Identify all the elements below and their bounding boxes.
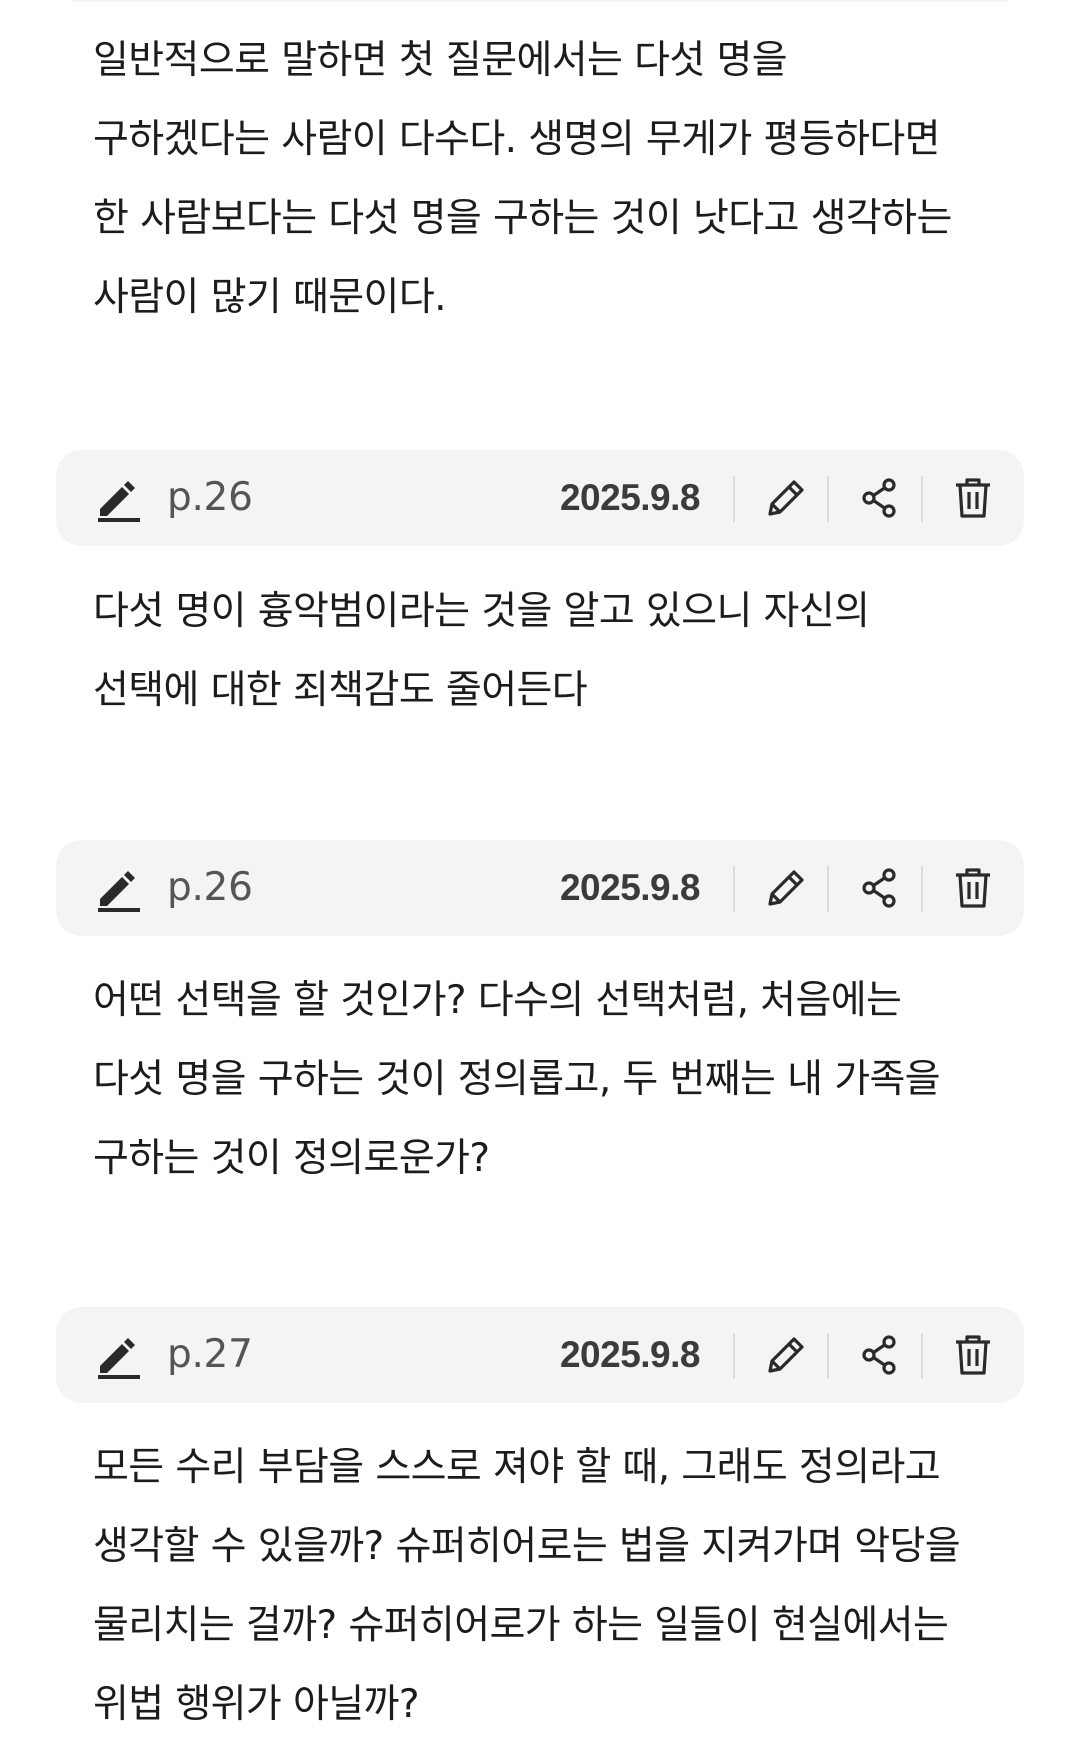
page-reference: p.27 <box>167 1332 253 1377</box>
share-icon <box>862 1335 896 1375</box>
pencil-icon <box>768 480 804 516</box>
previous-card-edge <box>66 0 1014 2</box>
page-reference: p.26 <box>167 475 253 520</box>
pencil-icon <box>768 1337 804 1373</box>
highlighter-pen-icon <box>98 481 140 522</box>
pencil-icon <box>768 870 804 906</box>
share-button[interactable] <box>854 472 906 524</box>
share-icon <box>862 868 896 908</box>
note-toolbar: p.27 2025.9.8 <box>56 1307 1024 1403</box>
divider <box>921 1333 923 1379</box>
highlight-passage[interactable]: 다섯 명이 흉악범이라는 것을 알고 있으니 자신의 선택에 대한 죄책감도 줄… <box>93 572 993 730</box>
note-date: 2025.9.8 <box>559 867 701 908</box>
share-button[interactable] <box>854 1329 906 1381</box>
delete-button[interactable] <box>947 1329 999 1381</box>
share-button[interactable] <box>854 862 906 914</box>
highlighter-pen-icon <box>98 1338 140 1379</box>
highlight-passage[interactable]: 모든 수리 부담을 스스로 져야 할 때, 그래도 정의라고 생각할 수 있을까… <box>93 1428 993 1744</box>
delete-button[interactable] <box>947 862 999 914</box>
note-date: 2025.9.8 <box>559 477 701 518</box>
edit-button[interactable] <box>760 472 812 524</box>
highlight-passage[interactable]: 일반적으로 말하면 첫 질문에서는 다섯 명을 구하겠다는 사람이 다수다. 생… <box>93 21 993 337</box>
trash-icon <box>956 1335 990 1375</box>
page-reference: p.26 <box>167 865 253 910</box>
note-date: 2025.9.8 <box>559 1334 701 1375</box>
divider <box>733 476 735 522</box>
trash-icon <box>956 478 990 518</box>
divider <box>827 476 829 522</box>
divider <box>921 476 923 522</box>
divider <box>921 866 923 912</box>
edit-button[interactable] <box>760 1329 812 1381</box>
divider <box>827 1333 829 1379</box>
share-icon <box>862 478 896 518</box>
highlight-passage[interactable]: 어떤 선택을 할 것인가? 다수의 선택처럼, 처음에는 다섯 명을 구하는 것… <box>93 961 993 1198</box>
note-toolbar: p.26 2025.9.8 <box>56 840 1024 936</box>
delete-button[interactable] <box>947 472 999 524</box>
trash-icon <box>956 868 990 908</box>
divider <box>733 1333 735 1379</box>
divider <box>827 866 829 912</box>
note-toolbar: p.26 2025.9.8 <box>56 450 1024 546</box>
divider <box>733 866 735 912</box>
edit-button[interactable] <box>760 862 812 914</box>
highlighter-pen-icon <box>98 871 140 912</box>
